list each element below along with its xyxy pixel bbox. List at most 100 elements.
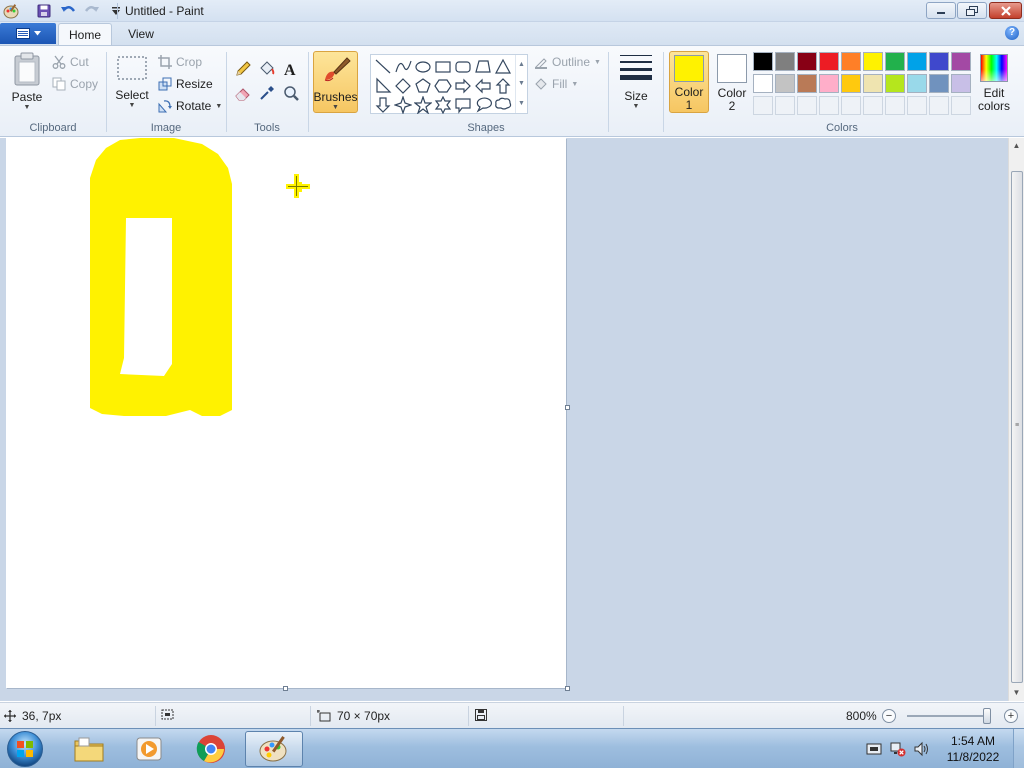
palette-swatch[interactable] [929,74,949,93]
shape-five-point-star-icon[interactable] [413,95,433,114]
shape-right-triangle-icon[interactable] [373,76,393,95]
color2-button[interactable]: Color 2 [712,51,752,113]
palette-swatch[interactable] [841,74,861,93]
outline-button[interactable]: Outline ▼ [534,52,601,72]
shape-rounded-rectangle-icon[interactable] [453,57,473,76]
palette-swatch[interactable] [929,52,949,71]
redo-icon[interactable] [82,2,102,20]
palette-swatch[interactable] [863,74,883,93]
edit-colors-button[interactable]: Edit colors [976,54,1012,113]
palette-swatch[interactable] [885,74,905,93]
palette-swatch[interactable] [885,52,905,71]
shape-polygon-icon[interactable] [473,57,493,76]
paste-button[interactable]: Paste ▼ [8,52,46,111]
scroll-up-icon[interactable]: ▲ [1009,138,1024,154]
tab-view[interactable]: View [116,23,166,46]
shape-pentagon-icon[interactable] [413,76,433,95]
brushes-button[interactable]: Brushes ▼ [313,51,358,113]
palette-swatch[interactable] [775,52,795,71]
shape-curve-icon[interactable] [393,57,413,76]
vertical-scrollbar[interactable]: ▲ ≡ ▼ [1008,138,1024,701]
zoom-slider-thumb[interactable] [983,708,991,724]
palette-swatch[interactable] [819,52,839,71]
shapes-expand-icon[interactable]: ▼ [518,100,525,107]
shape-cloud-callout-icon[interactable] [493,95,513,114]
select-dropdown-icon[interactable]: ▼ [129,102,136,109]
shape-hexagon-icon[interactable] [433,76,453,95]
paint-app-icon[interactable] [3,3,19,19]
paint-menu-button[interactable] [0,23,56,44]
palette-swatch[interactable] [907,52,927,71]
palette-swatch[interactable] [797,74,817,93]
palette-swatch-custom[interactable] [775,96,795,115]
resize-handle-bottom[interactable] [283,686,288,691]
scroll-down-icon[interactable]: ▼ [1009,685,1024,701]
network-error-icon[interactable] [890,741,906,757]
text-icon[interactable]: A [280,58,302,80]
shape-up-arrow-icon[interactable] [493,76,513,95]
scroll-thumb[interactable]: ≡ [1011,171,1023,683]
palette-swatch[interactable] [907,74,927,93]
palette-swatch[interactable] [951,52,971,71]
taskbar-chrome[interactable] [182,731,240,767]
rotate-dropdown-icon[interactable]: ▼ [215,103,222,110]
restore-button[interactable] [957,2,987,19]
zoom-in-button[interactable]: + [1004,709,1018,723]
shape-line-icon[interactable] [373,57,393,76]
customize-qat-icon[interactable] [106,2,126,20]
palette-swatch[interactable] [753,74,773,93]
show-desktop-button[interactable] [1013,729,1024,768]
shape-rounded-callout-icon[interactable] [453,95,473,114]
magnifier-icon[interactable] [280,82,302,104]
shapes-scroll-up-icon[interactable]: ▲ [518,61,525,68]
rotate-button[interactable]: Rotate ▼ [158,96,222,116]
palette-swatch-custom[interactable] [885,96,905,115]
shape-oval-callout-icon[interactable] [473,95,493,114]
volume-icon[interactable] [914,741,930,757]
resize-handle-corner[interactable] [565,686,570,691]
paste-dropdown-icon[interactable]: ▼ [24,104,31,111]
tab-home[interactable]: Home [58,23,112,46]
palette-swatch-custom[interactable] [841,96,861,115]
resize-handle-right[interactable] [565,405,570,410]
shape-left-arrow-icon[interactable] [473,76,493,95]
taskbar-explorer[interactable] [60,731,118,767]
zoom-slider-track[interactable] [907,715,989,717]
start-button[interactable] [4,729,46,768]
palette-swatch-custom[interactable] [951,96,971,115]
cut-button[interactable]: Cut [52,52,89,72]
palette-swatch[interactable] [951,74,971,93]
help-icon[interactable]: ? [1005,26,1019,40]
save-icon[interactable] [34,2,54,20]
shape-four-point-star-icon[interactable] [393,95,413,114]
drawing-canvas[interactable] [6,138,566,688]
palette-swatch[interactable] [863,52,883,71]
taskbar-media-player[interactable] [120,731,178,767]
palette-swatch[interactable] [819,74,839,93]
pencil-icon[interactable] [232,58,254,80]
clock[interactable]: 1:54 AM 11/8/2022 [936,733,1010,765]
minimize-button[interactable] [926,2,956,19]
shape-right-arrow-icon[interactable] [453,76,473,95]
action-center-icon[interactable] [866,741,882,757]
color1-button[interactable]: Color 1 [669,51,709,113]
palette-swatch[interactable] [841,52,861,71]
fill-bucket-icon[interactable] [256,58,278,80]
eraser-icon[interactable] [232,82,254,104]
resize-button[interactable]: Resize [158,74,213,94]
crop-button[interactable]: Crop [158,52,202,72]
close-button[interactable] [989,2,1022,19]
shape-triangle-icon[interactable] [493,57,513,76]
palette-swatch-custom[interactable] [753,96,773,115]
select-button[interactable]: Select ▼ [112,54,152,109]
undo-icon[interactable] [58,2,78,20]
palette-swatch[interactable] [775,74,795,93]
zoom-out-button[interactable]: − [882,709,896,723]
palette-swatch-custom[interactable] [863,96,883,115]
color-picker-icon[interactable] [256,82,278,104]
shape-six-point-star-icon[interactable] [433,95,453,114]
taskbar-paint[interactable] [245,731,303,767]
copy-button[interactable]: Copy [52,74,98,94]
size-button[interactable]: Size ▼ [614,51,658,113]
palette-swatch-custom[interactable] [907,96,927,115]
